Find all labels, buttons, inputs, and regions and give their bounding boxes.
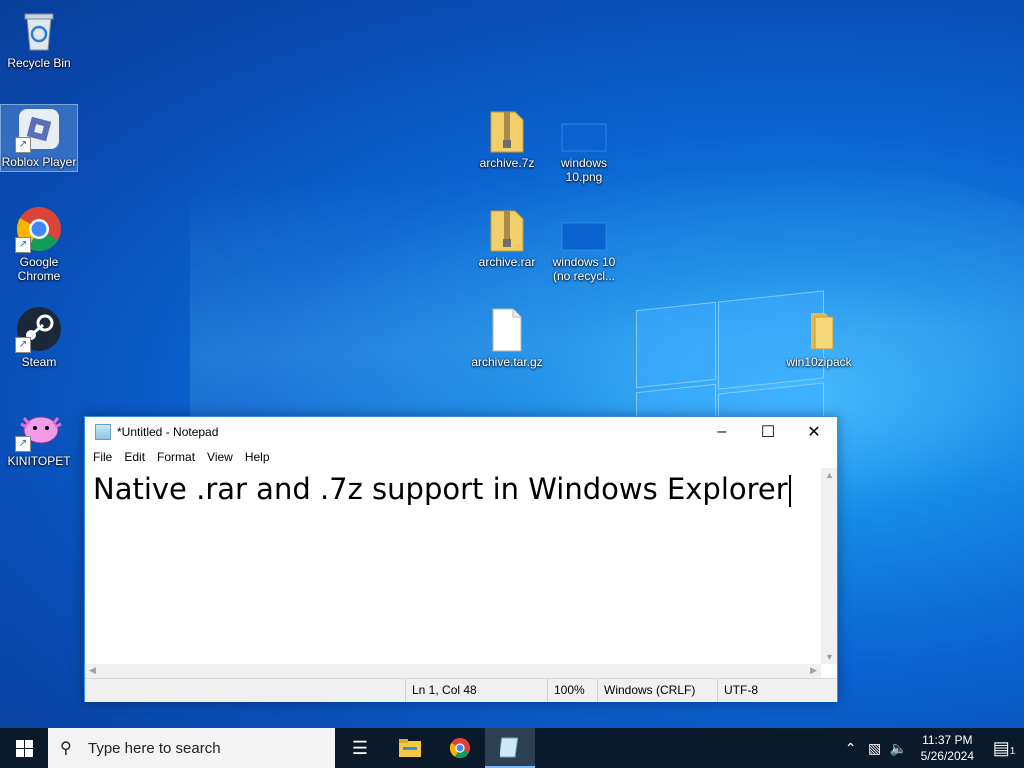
shortcut-arrow-icon: ↗ (15, 337, 31, 353)
desktop-icon-steam[interactable]: ↗ Steam (1, 305, 77, 369)
kinitopet-icon: ↗ (15, 404, 63, 452)
menu-help[interactable]: Help (239, 450, 276, 464)
desktop-icon-google-chrome[interactable]: ↗ Google Chrome (1, 205, 77, 283)
desktop-icon-archive-tar-gz[interactable]: archive.tar.gz (469, 305, 545, 369)
desktop-icon-label: Roblox Player (1, 155, 77, 169)
status-line-endings: Windows (CRLF) (597, 679, 695, 702)
image-file-icon (560, 106, 608, 154)
taskbar-file-explorer[interactable] (385, 728, 435, 768)
text-caret (788, 475, 791, 507)
maximize-button[interactable]: ☐ (745, 417, 791, 446)
desktop-icon-roblox-player[interactable]: ↗ Roblox Player (0, 104, 78, 172)
desktop-icon-label: Google Chrome (17, 255, 61, 283)
desktop-icon-win10zipack[interactable]: win10zipack (781, 305, 857, 369)
volume-muted-icon[interactable]: 🔈 (887, 740, 911, 757)
windows-logo-icon (15, 739, 33, 757)
shortcut-arrow-icon: ↗ (15, 436, 31, 452)
zip-folder-icon (483, 106, 531, 154)
action-center-button[interactable]: ▤1 (984, 738, 1024, 759)
desktop-icon-windows-10-png[interactable]: windows 10.png (546, 106, 622, 184)
task-view-button[interactable]: ☰ (335, 728, 385, 768)
notification-count: 1 (1009, 745, 1016, 757)
search-icon: ⚲ (60, 740, 72, 757)
horizontal-scrollbar[interactable]: ◀ ▶ (85, 664, 821, 678)
search-placeholder: Type here to search (88, 739, 221, 757)
taskbar-clock[interactable]: 11:37 PM 5/26/2024 (921, 732, 974, 764)
desktop-icon-label: windows 10 (no recycl... (552, 255, 616, 283)
status-encoding: UTF-8 (717, 679, 758, 702)
clock-time: 11:37 PM (922, 733, 973, 747)
desktop-icon-label: Steam (21, 355, 57, 369)
desktop-icon-archive-7z[interactable]: archive.7z (469, 106, 545, 170)
desktop-icon-label: archive.7z (479, 156, 535, 170)
chrome-icon (449, 737, 471, 759)
notepad-icon (500, 737, 519, 758)
steam-icon: ↗ (15, 305, 63, 353)
editor-content: Native .rar and .7z support in Windows E… (93, 472, 788, 506)
shortcut-arrow-icon: ↗ (15, 237, 31, 253)
start-button[interactable] (0, 728, 48, 768)
desktop-icon-kinitopet[interactable]: ↗ KINITOPET (1, 404, 77, 468)
notepad-titlebar[interactable]: *Untitled - Notepad – ☐ ✕ (85, 417, 837, 446)
network-icon[interactable]: ▧ (863, 740, 887, 757)
taskbar-notepad[interactable] (485, 728, 535, 768)
folder-icon (795, 305, 843, 353)
desktop-icon-recycle-bin[interactable]: Recycle Bin (1, 6, 77, 70)
shortcut-arrow-icon: ↗ (15, 137, 31, 153)
window-title: *Untitled - Notepad (117, 424, 219, 439)
taskbar-chrome[interactable] (435, 728, 485, 768)
scroll-down-icon[interactable]: ▼ (825, 652, 834, 662)
desktop-icon-label: win10zipack (786, 355, 852, 369)
desktop-icon-label: Recycle Bin (7, 56, 71, 70)
notification-icon: ▤ (992, 737, 1010, 758)
scroll-up-icon[interactable]: ▲ (825, 470, 834, 480)
notepad-icon (95, 423, 111, 440)
vertical-scrollbar[interactable]: ▲ ▼ (821, 468, 837, 664)
desktop-icon-label: archive.tar.gz (471, 355, 543, 369)
taskbar: ⚲ Type here to search ☰ ⌃ ▧ 🔈 11:37 PM 5… (0, 728, 1024, 768)
zip-folder-icon (483, 205, 531, 253)
chrome-icon: ↗ (15, 205, 63, 253)
clock-date: 5/26/2024 (920, 749, 974, 763)
desktop-icon-windows-10-no-recycle[interactable]: windows 10 (no recycl... (546, 205, 622, 283)
status-position: Ln 1, Col 48 (405, 679, 477, 702)
status-zoom: 100% (547, 679, 585, 702)
show-hidden-icons-chevron-icon[interactable]: ⌃ (839, 740, 863, 757)
desktop-icon-label: KINITOPET (7, 454, 71, 468)
scroll-left-icon[interactable]: ◀ (89, 665, 96, 676)
scroll-right-icon[interactable]: ▶ (810, 665, 817, 676)
status-bar: Ln 1, Col 48 100% Windows (CRLF) UTF-8 (85, 678, 837, 702)
desktop-icon-label: windows 10.png (560, 156, 608, 184)
menu-format[interactable]: Format (151, 450, 201, 464)
menu-file[interactable]: File (87, 450, 118, 464)
recycle-bin-icon (15, 6, 63, 54)
roblox-icon: ↗ (15, 105, 63, 153)
task-view-icon: ☰ (351, 737, 369, 758)
desktop-icon-archive-rar[interactable]: archive.rar (469, 205, 545, 269)
menu-edit[interactable]: Edit (118, 450, 151, 464)
menu-view[interactable]: View (201, 450, 239, 464)
taskbar-search-box[interactable]: ⚲ Type here to search (48, 728, 335, 768)
text-editor[interactable]: Native .rar and .7z support in Windows E… (85, 468, 821, 664)
menu-bar: File Edit Format View Help (85, 446, 837, 468)
file-icon (483, 305, 531, 353)
notepad-window[interactable]: *Untitled - Notepad – ☐ ✕ File Edit Form… (84, 416, 838, 702)
system-tray: ⌃ ▧ 🔈 11:37 PM 5/26/2024 ▤1 (839, 728, 1024, 768)
close-button[interactable]: ✕ (791, 417, 837, 446)
minimize-button[interactable]: – (699, 417, 745, 446)
image-file-icon (560, 205, 608, 253)
desktop: Recycle Bin ↗ Roblox Player ↗ Google Chr… (0, 0, 1024, 728)
desktop-icon-label: archive.rar (478, 255, 536, 269)
file-explorer-icon (399, 739, 421, 757)
